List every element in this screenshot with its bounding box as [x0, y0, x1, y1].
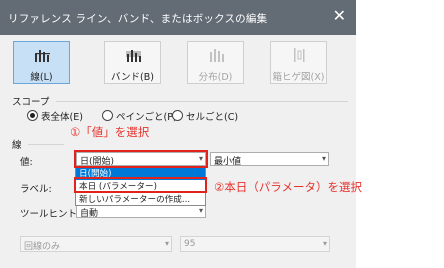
chevron-down-icon: ▾: [198, 206, 203, 215]
scope-option-label: 表全体(E): [41, 112, 83, 123]
line-style-dropdown[interactable]: 回線のみ ▾: [20, 236, 172, 252]
radio-selected-icon: [27, 110, 38, 121]
band-type-button[interactable]: バンド(B): [104, 41, 161, 84]
step1-annotation: ①「値」を選択: [70, 125, 150, 139]
scope-divider: [56, 101, 348, 102]
line-heading: 線: [12, 140, 22, 151]
tooltip-dropdown-value: 自動: [80, 209, 99, 219]
dropdown-option-label: 新しいパラメーターの作成...: [79, 195, 191, 205]
band-button-label: バンド(B): [111, 72, 154, 83]
title-bar: リファレンス ライン、バンド、またはボックスの編集 ✕: [0, 0, 356, 35]
dropdown-option[interactable]: 新しいパラメーターの作成...: [76, 193, 205, 206]
label-label: ラベル:: [20, 184, 52, 195]
value-label: 値:: [20, 157, 33, 168]
scope-option-label: セルごと(C): [186, 112, 239, 123]
close-icon[interactable]: ✕: [333, 7, 346, 25]
line-style-value: 回線のみ: [24, 242, 61, 252]
distribution-icon: [210, 49, 224, 62]
chevron-down-icon: ▾: [164, 239, 169, 248]
radio-unselected-icon: [102, 110, 113, 121]
today-option-highlight: [74, 177, 207, 193]
tooltip-label: ツールヒント:: [20, 209, 81, 220]
scope-heading: スコープ: [12, 97, 50, 108]
tooltip-dropdown[interactable]: 自動 ▾: [76, 204, 206, 219]
percent-value: 95: [184, 239, 196, 249]
line-button-label: 線(L): [30, 72, 53, 83]
boxplot-button-label: 箱ヒゲ図(X): [272, 72, 325, 83]
aggregation-dropdown[interactable]: 最小値 ▾: [210, 152, 329, 167]
radio-unselected-icon: [172, 110, 183, 121]
percent-dropdown[interactable]: 95 ▾: [180, 236, 330, 252]
line-chart-icon: [35, 50, 50, 62]
step2-annotation: ②本日（パラメータ）を選択: [214, 180, 362, 194]
chevron-down-icon: ▾: [321, 154, 326, 163]
dialog-title: リファレンス ライン、バンド、またはボックスの編集: [8, 13, 268, 25]
chevron-down-icon: ▾: [322, 239, 327, 248]
distribution-button-label: 分布(D): [198, 72, 233, 83]
band-icon: [126, 50, 141, 62]
distribution-type-button[interactable]: 分布(D): [187, 41, 244, 84]
boxplot-icon: [294, 48, 305, 62]
line-divider: [28, 144, 64, 145]
line-type-button[interactable]: 線(L): [13, 41, 70, 84]
value-dropdown-highlight: [74, 150, 208, 168]
edit-reference-line-dialog: リファレンス ライン、バンド、またはボックスの編集 ✕ 線(L) バンド(B) …: [0, 0, 356, 268]
scope-option-label: ペインごと(P): [116, 112, 177, 123]
boxplot-type-button[interactable]: 箱ヒゲ図(X): [270, 41, 327, 84]
aggregation-dropdown-value: 最小値: [214, 157, 242, 167]
